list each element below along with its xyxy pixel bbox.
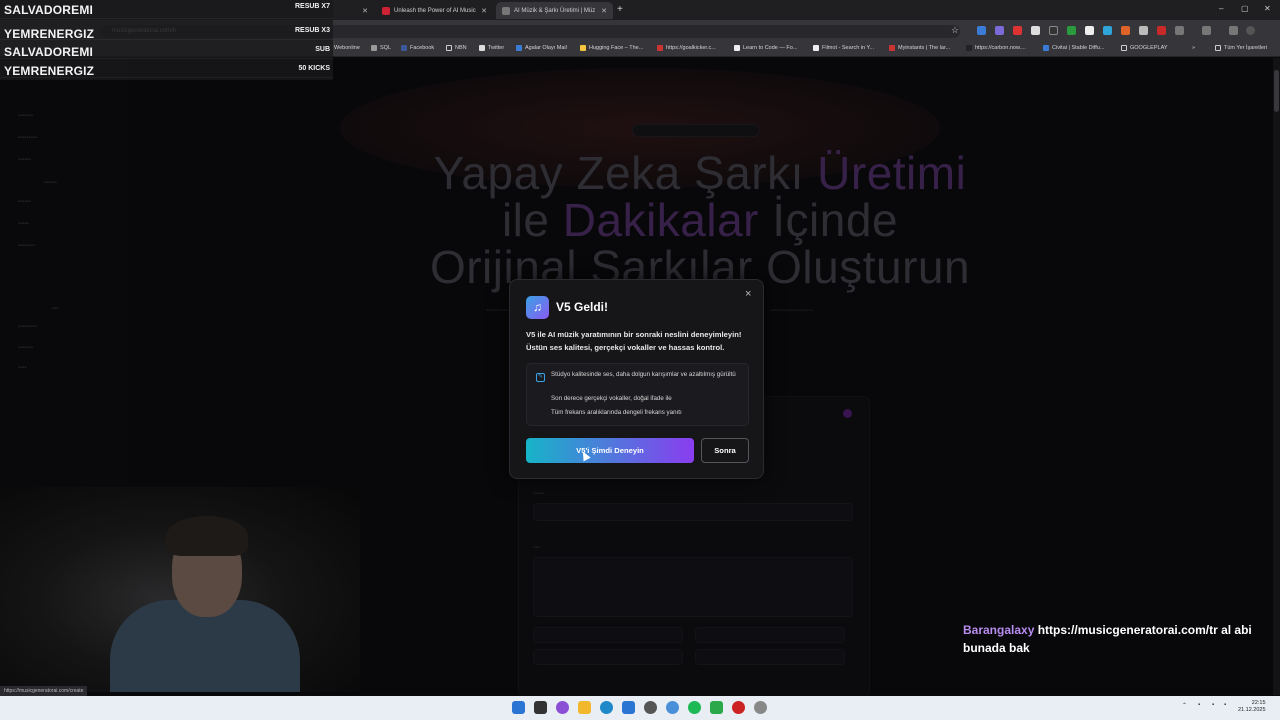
bookmark-item[interactable]: Agalar Olayı Mail	[516, 45, 567, 51]
chrome-icon[interactable]	[666, 701, 679, 714]
v5-announcement-modal: ♫ V5 Geldi! × V5 ile AI müzik yaratımını…	[509, 279, 764, 479]
bookmark-item[interactable]: NBN	[446, 45, 467, 51]
tab-unleash[interactable]: Unleash the Power of AI Music ✕	[376, 2, 493, 19]
bookmark-item[interactable]: Myinstants | The lar...	[889, 45, 950, 51]
modal-title: V5 Geldi!	[556, 300, 609, 314]
star-icon[interactable]: ☆	[951, 25, 960, 35]
clock[interactable]: 22:15 21.12.2025	[1238, 700, 1266, 714]
window-close-button[interactable]: ✕	[1264, 4, 1271, 13]
chevron-up-icon[interactable]: ⌃	[1182, 702, 1187, 709]
clock-date: 21.12.2025	[1238, 707, 1266, 713]
alert-row: YEMRENERGIZ 50 KICKS	[0, 59, 333, 78]
modal-description: V5 ile AI müzik yaratımının bir sonraki …	[526, 330, 742, 352]
bookmark-item[interactable]: Webonline	[334, 45, 360, 51]
settings-gear-icon[interactable]	[754, 701, 767, 714]
extension-icon[interactable]	[1031, 26, 1040, 35]
extension-icon[interactable]	[1103, 26, 1112, 35]
feature-list: ✎ Stüdyo kalitesinde ses, daha dolgun ka…	[526, 363, 749, 426]
profile-avatar[interactable]	[1246, 26, 1255, 35]
download-icon[interactable]	[1202, 26, 1211, 35]
alert-name: SALVADOREMI	[4, 3, 94, 17]
app-icon[interactable]	[644, 701, 657, 714]
music-site-icon	[382, 6, 390, 15]
streamer-hair	[166, 516, 248, 556]
bookmark-item[interactable]: Learn to Code — Fo...	[734, 45, 797, 51]
bookmark-item[interactable]: Civitai | Stable Diffu...	[1043, 45, 1104, 51]
extension-icon[interactable]	[1085, 26, 1094, 35]
extension-icon[interactable]	[995, 26, 1004, 35]
music-note-icon: ♫	[526, 296, 549, 319]
extension-icon[interactable]	[1139, 26, 1148, 35]
bookmark-item[interactable]: GOOGLEPLAY	[1121, 45, 1168, 51]
puzzle-icon[interactable]	[1175, 26, 1184, 35]
alert-row: SALVADOREMI RESUB X7	[0, 0, 333, 19]
tab-close-area[interactable]: ✕	[334, 2, 374, 19]
extension-icon[interactable]	[977, 26, 986, 35]
tab-label: Unleash the Power of AI Music	[394, 7, 476, 14]
extension-icon[interactable]	[1067, 26, 1076, 35]
edit-icon: ✎	[536, 373, 545, 382]
close-icon[interactable]: ✕	[481, 7, 487, 15]
windows-start-icon[interactable]	[512, 701, 525, 714]
close-icon[interactable]: ✕	[362, 7, 368, 15]
alert-row: SALVADOREMI SUB	[0, 40, 333, 59]
extension-icon[interactable]	[1121, 26, 1130, 35]
extension-icon[interactable]	[1049, 26, 1058, 35]
bookmark-item[interactable]: Facebook	[401, 45, 434, 51]
edge-icon[interactable]	[600, 701, 613, 714]
tab-ai-muzik[interactable]: AI Müzik & Şarkı Üretimi | Müz ✕	[496, 2, 613, 19]
alert-row: YEMRENERGIZ RESUB X3	[0, 21, 333, 41]
file-explorer-icon[interactable]	[578, 701, 591, 714]
all-bookmarks[interactable]: Tüm Yer İşaretleri	[1215, 45, 1267, 51]
chat-username: Barangalaxy	[963, 623, 1035, 637]
copilot-icon[interactable]	[556, 701, 569, 714]
feature-item: Stüdyo kalitesinde ses, daha dolgun karı…	[551, 371, 736, 378]
volume-icon[interactable]: ▪	[1224, 702, 1226, 708]
feature-item: Son derece gerçekçi vokaller, doğal ifad…	[551, 395, 672, 402]
record-icon[interactable]	[732, 701, 745, 714]
alert-event: RESUB X7	[294, 3, 330, 10]
maximize-button[interactable]: ▢	[1241, 4, 1249, 13]
tray-icon[interactable]: ▪	[1198, 702, 1200, 708]
bookmarks-overflow[interactable]: »	[1192, 45, 1195, 51]
app-icon[interactable]	[710, 701, 723, 714]
alert-name: SALVADOREMI	[4, 45, 94, 59]
close-icon[interactable]: ✕	[601, 7, 607, 15]
bookmark-item[interactable]: Hugging Face – The...	[580, 45, 643, 51]
later-button[interactable]: Sonra	[701, 438, 749, 463]
extension-icon[interactable]	[1013, 26, 1022, 35]
terminal-icon[interactable]	[534, 701, 547, 714]
extension-icon[interactable]	[1157, 26, 1166, 35]
try-v5-button[interactable]: V5'i Şimdi Deneyin	[526, 438, 694, 463]
alert-name: YEMRENERGIZ	[4, 64, 95, 78]
alert-event: SUB	[315, 46, 330, 53]
taskbar	[0, 696, 1280, 720]
alert-event: RESUB X3	[294, 27, 330, 34]
stream-alerts: SALVADOREMI RESUB X7 YEMRENERGIZ RESUB X…	[0, 0, 333, 80]
bookmark-item[interactable]: Filmot - Search in Y...	[813, 45, 874, 51]
chat-message: Barangalaxy https://musicgeneratorai.com…	[963, 621, 1280, 657]
sidepanel-icon[interactable]	[1229, 26, 1238, 35]
clock-time: 22:15	[1251, 700, 1266, 706]
bookmark-item[interactable]: https://goalkicker.c...	[657, 45, 716, 51]
feature-item: Tüm frekans aralıklarında dengeli frekan…	[551, 409, 682, 416]
minimize-button[interactable]: –	[1219, 4, 1223, 13]
alert-event: 50 KICKS	[298, 65, 330, 72]
screen: { "browser": { "tabs": [ {"label": "Unle…	[0, 0, 1280, 720]
alert-name: YEMRENERGIZ	[4, 27, 95, 41]
tab-label: AI Müzik & Şarkı Üretimi | Müz	[514, 7, 596, 14]
wifi-icon[interactable]: ▪	[1212, 702, 1214, 708]
bookmark-item[interactable]: https://carbon.now....	[966, 45, 1026, 51]
status-url: https://musicgeneratorai.com/create	[0, 686, 88, 696]
music-site-icon	[502, 6, 510, 15]
store-icon[interactable]	[622, 701, 635, 714]
spotify-icon[interactable]	[688, 701, 701, 714]
bookmark-item[interactable]: SQL	[371, 45, 391, 51]
close-icon[interactable]: ×	[745, 288, 751, 300]
new-tab-button[interactable]: +	[617, 4, 623, 15]
bookmark-item[interactable]: Twitter	[479, 45, 504, 51]
